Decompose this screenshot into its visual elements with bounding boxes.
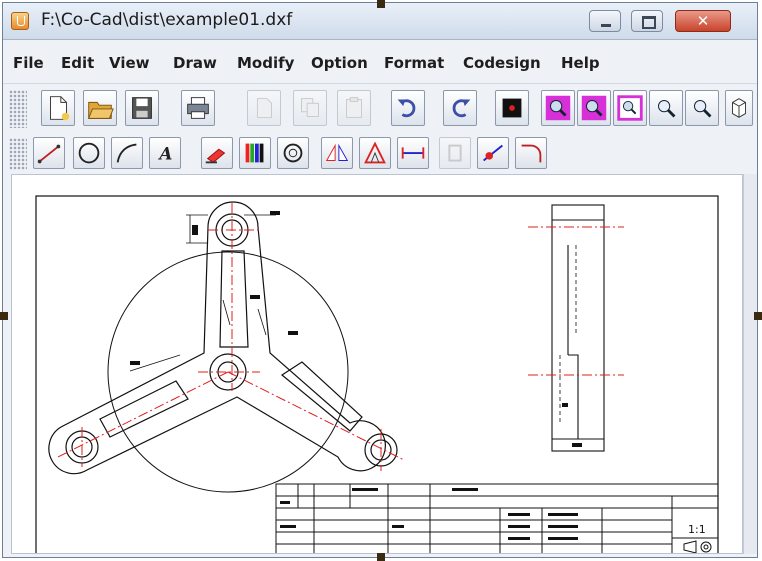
layer-color-icon [245, 143, 264, 163]
scale-button[interactable] [359, 137, 391, 169]
line-icon [37, 144, 61, 164]
circle-icon [78, 142, 100, 164]
scale-label: 1:1 [688, 523, 706, 536]
fillet-icon [521, 144, 542, 163]
close-button[interactable]: ✕ [675, 10, 731, 32]
offset-icon [448, 144, 462, 162]
open-button[interactable] [83, 90, 117, 126]
zoom-out-icon [581, 95, 607, 121]
resize-handle-top[interactable] [377, 0, 385, 8]
java-app-icon [11, 12, 29, 30]
trim-icon [483, 144, 503, 162]
save-icon [132, 97, 152, 119]
save-button[interactable] [125, 90, 159, 126]
menu-modify[interactable]: Modify [237, 54, 294, 72]
properties-button[interactable] [725, 90, 753, 126]
title-bar[interactable]: F:\Co-Cad\dist\example01.dxf ✕ [3, 3, 757, 40]
menu-codesign[interactable]: Codesign [463, 54, 541, 72]
zoom-in-button[interactable] [541, 90, 575, 126]
resize-handle-bottom[interactable] [377, 553, 385, 561]
mirror-icon [325, 143, 349, 161]
projection-symbol-icon [683, 540, 712, 553]
toolbar-grip[interactable] [9, 90, 27, 128]
minimize-icon [601, 24, 611, 27]
centerlines [57, 203, 405, 471]
menu-help[interactable]: Help [561, 54, 600, 72]
vertical-scrollbar[interactable] [743, 174, 757, 554]
zoom-all-icon [658, 100, 676, 118]
menu-view[interactable]: View [109, 54, 150, 72]
toolbar-grip-2[interactable] [9, 138, 27, 170]
maximize-icon [642, 16, 656, 29]
menu-format[interactable]: Format [384, 54, 444, 72]
resize-handle-left[interactable] [0, 312, 8, 320]
cut-button[interactable] [247, 90, 281, 126]
redo-icon [452, 99, 471, 118]
open-folder-icon [88, 101, 114, 119]
sheet-border [35, 195, 719, 553]
dimension-button[interactable] [397, 137, 429, 169]
dimension-text-main [130, 211, 298, 365]
arc-icon [116, 143, 137, 163]
menu-bar: File Edit View Draw Modify Option Format… [3, 43, 757, 84]
close-icon: ✕ [696, 12, 710, 30]
redraw-icon [502, 98, 522, 118]
properties-icon [732, 98, 746, 118]
zoom-in-icon [545, 95, 571, 121]
draw-toolbar: A [3, 134, 757, 174]
redraw-button[interactable] [495, 90, 529, 126]
menu-draw[interactable]: Draw [173, 54, 217, 72]
trim-button[interactable] [477, 137, 509, 169]
dimensions-main [129, 214, 276, 372]
undo-button[interactable] [391, 90, 425, 126]
arc-tool-button[interactable] [111, 137, 143, 169]
cad-drawing: 1:1 [35, 195, 719, 553]
hatch-button[interactable] [277, 137, 309, 169]
app-window: F:\Co-Cad\dist\example01.dxf ✕ File Edit… [2, 2, 758, 558]
paste-icon [346, 97, 362, 118]
bracket-part [48, 201, 398, 475]
zoom-previous-icon [694, 100, 712, 118]
main-toolbar [3, 86, 757, 132]
side-view-dim-text [562, 403, 582, 447]
resize-handle-right[interactable] [754, 312, 762, 320]
undo-icon [397, 99, 416, 118]
line-tool-button[interactable] [33, 137, 65, 169]
text-icon: A [157, 144, 172, 164]
new-file-button[interactable] [41, 90, 75, 126]
copy-button[interactable] [293, 90, 327, 126]
print-icon [187, 97, 209, 119]
redo-button[interactable] [443, 90, 477, 126]
new-file-icon [50, 96, 70, 121]
zoom-window-icon [617, 95, 643, 121]
copy-icon [301, 98, 319, 117]
mirror-button[interactable] [321, 137, 353, 169]
print-button[interactable] [181, 90, 215, 126]
menu-edit[interactable]: Edit [61, 54, 94, 72]
fillet-button[interactable] [515, 137, 547, 169]
window-title: F:\Co-Cad\dist\example01.dxf [41, 10, 293, 30]
zoom-window-button[interactable] [613, 90, 647, 126]
drawing-canvas[interactable]: 1:1 [11, 174, 743, 554]
dimension-icon [401, 147, 425, 159]
minimize-button[interactable] [589, 10, 621, 32]
cut-icon [256, 98, 272, 118]
offset-button[interactable] [439, 137, 471, 169]
scale-icon [364, 141, 386, 164]
text-tool-button[interactable]: A [149, 137, 181, 169]
layer-color-button[interactable] [239, 137, 271, 169]
erase-icon [205, 148, 226, 164]
circle-tool-button[interactable] [73, 137, 105, 169]
title-block [275, 483, 719, 553]
svg-text:A: A [157, 144, 172, 164]
zoom-previous-button[interactable] [685, 90, 719, 126]
paste-button[interactable] [337, 90, 371, 126]
maximize-button[interactable] [631, 10, 663, 32]
erase-button[interactable] [201, 137, 233, 169]
menu-option[interactable]: Option [311, 54, 368, 72]
zoom-all-button[interactable] [649, 90, 683, 126]
hatch-icon [283, 143, 303, 163]
menu-file[interactable]: File [13, 54, 44, 72]
zoom-out-button[interactable] [577, 90, 611, 126]
